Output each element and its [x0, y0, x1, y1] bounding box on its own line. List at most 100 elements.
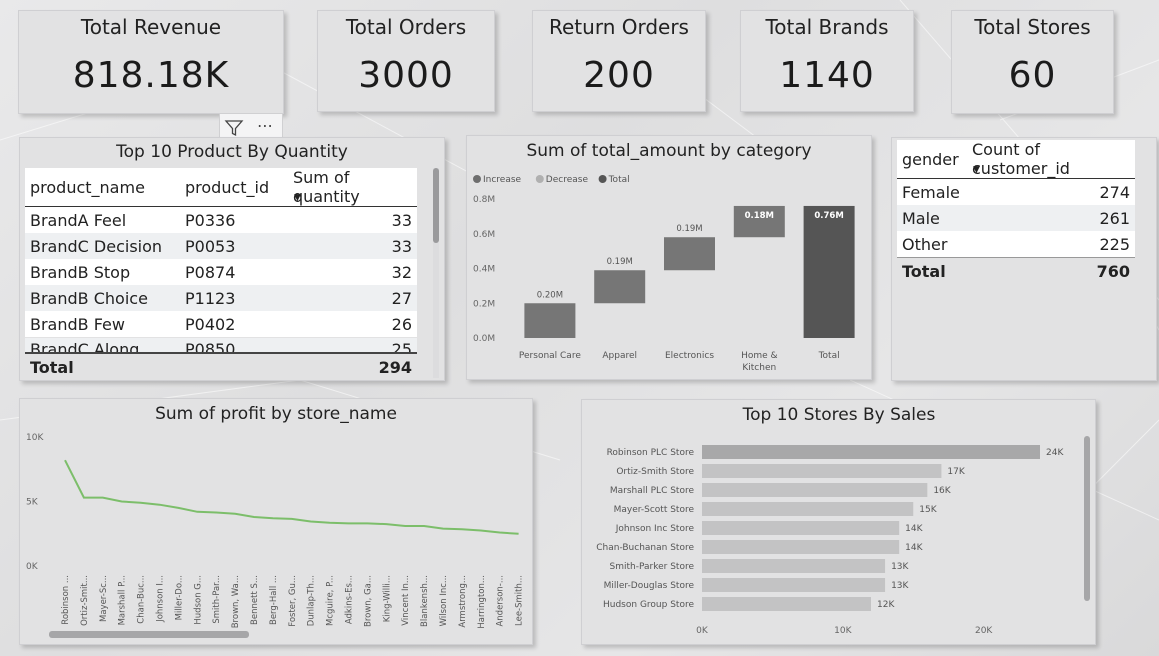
cell-product-id: P1123 [180, 285, 288, 311]
table-total-row: Total 760 [897, 257, 1135, 284]
column-header-count[interactable]: Count of customer_id ▼ [967, 140, 1135, 179]
chart-title: Sum of total_amount by category [526, 141, 811, 161]
cell-product-name: BrandB Few [30, 314, 125, 334]
waterfall-bar [803, 205, 855, 338]
table-row[interactable]: Male 261 [897, 205, 1135, 231]
filter-icon[interactable] [224, 118, 244, 138]
product-table-card[interactable]: Top 10 Product By Quantity product_name … [19, 137, 445, 381]
data-label: 14K [905, 543, 923, 553]
cell-product-id: P0850 [185, 340, 236, 352]
x-tick-label: 10K [834, 626, 852, 636]
y-tick-label: 0.6M [473, 230, 495, 240]
profit-line [64, 459, 519, 535]
kpi-card-total-orders[interactable]: Total Orders 3000 [317, 10, 495, 112]
data-label: 17K [947, 467, 965, 477]
kpi-title: Total Revenue [80, 15, 222, 39]
kpi-title: Total Stores [974, 15, 1091, 39]
vertical-scrollbar-thumb[interactable] [1084, 436, 1090, 601]
x-tick-label: Electronics [665, 351, 714, 361]
y-tick-label: 10K [26, 433, 44, 443]
y-tick-label: Miller-Douglas Store [604, 581, 695, 591]
kpi-card-total-brands[interactable]: Total Brands 1140 [740, 10, 914, 112]
more-options-icon[interactable]: ⋯ [257, 116, 274, 135]
cell-quantity: 27 [288, 285, 417, 311]
waterfall-bar [524, 303, 576, 338]
y-tick-label: Chan-Buchanan Store [596, 543, 694, 553]
cell-quantity: 26 [391, 314, 412, 334]
bar [702, 578, 886, 592]
x-tick-label: Wilson Inc... [439, 575, 449, 626]
kpi-card-total-revenue[interactable]: Total Revenue 818.18K [18, 10, 284, 114]
y-tick-label: Johnson Inc Store [615, 524, 695, 534]
x-tick-label: Anderson-... [496, 575, 506, 627]
table-row[interactable]: BrandC Decision P0053 33 [25, 233, 417, 259]
cell-product-id: P0402 [185, 314, 236, 334]
x-tick-label: Berg-Hall ... [269, 575, 279, 625]
x-tick-label: Kitchen [742, 363, 776, 373]
gender-table-card[interactable]: gender Count of customer_id ▼ Female 274 … [891, 137, 1157, 381]
cell-product-name: BrandC Along [30, 340, 140, 352]
y-tick-label: 0.0M [473, 334, 495, 344]
cell-product-id: P0336 [185, 210, 236, 230]
data-label: 0.19M [607, 257, 633, 267]
scrollbar-thumb[interactable] [433, 168, 439, 243]
profit-line-chart: Sum of profit by store_name 0K 5K 10K Robins… [26, 404, 525, 629]
column-header-product-id[interactable]: product_id [180, 168, 288, 207]
cell-product-name: BrandC Decision [25, 233, 180, 259]
data-label: 16K [933, 486, 951, 496]
x-tick-label: Personal Care [519, 351, 581, 361]
y-tick-label: Smith-Parker Store [610, 562, 695, 572]
x-tick-label: Vincent In... [401, 575, 411, 626]
data-label: 15K [919, 505, 937, 515]
waterfall-bar [594, 270, 646, 304]
waterfall-chart-card[interactable]: Sum of total_amount by category Increase D… [466, 135, 872, 380]
waterfall-bar [664, 237, 715, 271]
profit-line-chart-card[interactable]: Sum of profit by store_name 0K 5K 10K Robins… [19, 398, 533, 645]
total-value: 294 [378, 358, 412, 377]
kpi-title: Total Orders [345, 15, 467, 39]
cell-product-name: BrandB Choice [25, 285, 180, 311]
horizontal-scrollbar-thumb[interactable] [49, 631, 249, 638]
kpi-card-total-stores[interactable]: Total Stores 60 [951, 10, 1114, 114]
column-header-sum-of-quantity[interactable]: Sum of quantity ▼ [288, 168, 417, 207]
table-row-partial[interactable]: BrandC Along P0850 25 [25, 338, 417, 352]
table-row[interactable]: BrandB Stop P0874 32 [25, 259, 417, 285]
table-row[interactable]: BrandB Choice P1123 27 [25, 285, 417, 311]
table-row[interactable]: BrandB Few P0402 26 [25, 311, 417, 337]
y-tick-label: Mayer-Scott Store [614, 505, 695, 515]
x-tick-label: Adkins-Es... [345, 575, 355, 624]
kpi-card-return-orders[interactable]: Return Orders 200 [532, 10, 706, 112]
y-tick-label: Ortiz-Smith Store [616, 467, 694, 477]
visual-title: Top 10 Product By Quantity [116, 142, 348, 162]
table-row[interactable]: Other 225 [897, 231, 1135, 258]
column-header-product-name[interactable]: product_name [25, 168, 180, 207]
cell-quantity: 33 [288, 233, 417, 259]
cell-product-id: P0874 [185, 262, 236, 282]
x-tick-label: Bennett S... [250, 575, 260, 625]
x-tick-label: Chan-Buc... [137, 575, 147, 624]
bar [702, 483, 928, 497]
y-tick-label: Marshall PLC Store [610, 486, 695, 496]
cell-count: 274 [1099, 182, 1130, 202]
x-tick-label: Hudson G... [193, 575, 203, 625]
data-label: 0.76M [814, 211, 843, 221]
x-tick-label: Dunlap-Th... [307, 575, 317, 626]
data-label: 13K [891, 581, 909, 591]
total-label: Total [897, 257, 967, 284]
x-tick-label: Harrington... [477, 575, 487, 629]
chart-title: Top 10 Stores By Sales [742, 405, 936, 425]
y-tick-label: 0.4M [473, 265, 495, 275]
table-row[interactable]: Female 274 [897, 179, 1135, 206]
cell-quantity: 33 [391, 210, 412, 230]
legend-label: Total [608, 175, 630, 185]
x-tick-label: Mayer-Sc... [99, 575, 109, 622]
kpi-title: Return Orders [549, 15, 689, 39]
total-label: Total [30, 358, 74, 377]
table-row[interactable]: BrandA Feel P0336 33 [25, 207, 417, 234]
cell-gender: Other [902, 234, 948, 254]
sort-descending-icon: ▼ [973, 165, 980, 175]
column-header-label: Count of customer_id [972, 140, 1070, 178]
top-stores-chart-card[interactable]: Top 10 Stores By Sales Robinson PLC Store… [581, 399, 1096, 645]
column-header-gender[interactable]: gender [897, 140, 967, 179]
data-label: 0.19M [676, 224, 702, 234]
